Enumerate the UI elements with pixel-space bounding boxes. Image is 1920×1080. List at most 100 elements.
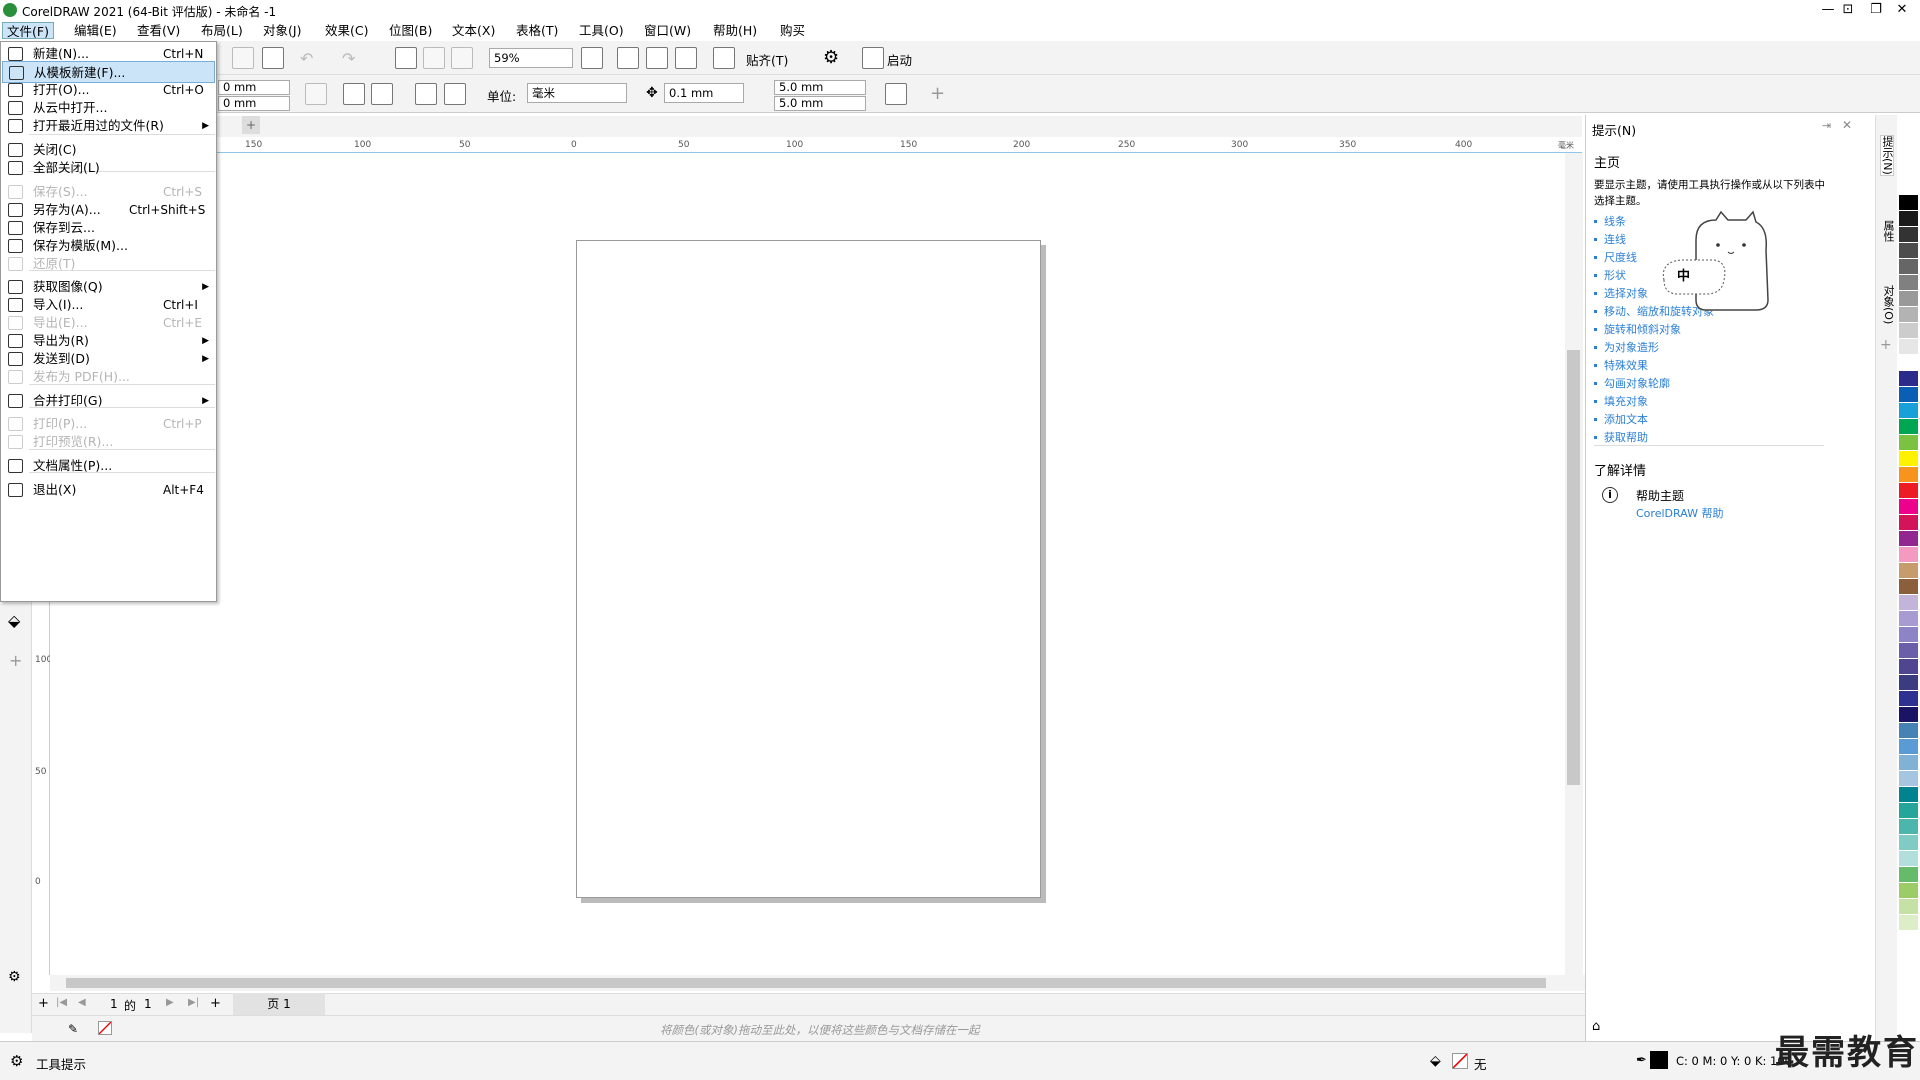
- docker-pin-icon[interactable]: ⇥: [1822, 119, 1831, 132]
- color-swatch[interactable]: [1899, 739, 1918, 755]
- undo-icon[interactable]: ↶: [300, 49, 313, 68]
- zoom-level-field[interactable]: 59%: [489, 48, 573, 68]
- hint-link-dimensions[interactable]: 尺度线: [1604, 249, 1637, 265]
- coreldraw-help-link[interactable]: CorelDRAW 帮助: [1636, 505, 1723, 521]
- color-swatch[interactable]: [1899, 451, 1918, 467]
- add-docker-tab-icon[interactable]: +: [1880, 337, 1892, 353]
- color-swatch[interactable]: [1899, 435, 1918, 451]
- current-page-icon[interactable]: [444, 83, 466, 105]
- color-swatch[interactable]: [1899, 563, 1918, 579]
- hint-link-shaping[interactable]: 为对象造形: [1604, 339, 1659, 355]
- menu-layout[interactable]: 布局(L): [197, 22, 247, 39]
- color-swatch[interactable]: [1899, 275, 1918, 291]
- hint-link-effects[interactable]: 特殊效果: [1604, 357, 1648, 373]
- close-button[interactable]: ✕: [1882, 0, 1920, 20]
- color-swatch[interactable]: [1899, 883, 1918, 899]
- file-menu-item[interactable]: 退出(X) Alt+F4: [2, 479, 215, 501]
- color-swatch[interactable]: [1899, 211, 1918, 227]
- menu-window[interactable]: 窗口(W): [640, 22, 695, 39]
- color-swatch[interactable]: [1899, 787, 1918, 803]
- nudge-distance-field[interactable]: 0.1 mm: [664, 83, 744, 103]
- treat-as-filled-icon[interactable]: [885, 83, 907, 105]
- customize-toolbox-icon[interactable]: +: [9, 651, 22, 670]
- docker-home-icon[interactable]: ⌂: [1592, 1019, 1600, 1034]
- show-rulers-icon[interactable]: [617, 47, 639, 69]
- color-swatch[interactable]: [1899, 355, 1918, 371]
- color-swatch[interactable]: [1899, 419, 1918, 435]
- color-swatch[interactable]: [1899, 899, 1918, 915]
- minimize-button[interactable]: —: [1808, 0, 1848, 20]
- launch-icon[interactable]: [862, 47, 884, 69]
- clip-icon[interactable]: [305, 83, 327, 105]
- duplicate-y-field[interactable]: 5.0 mm: [774, 96, 866, 111]
- menu-view[interactable]: 查看(V): [133, 22, 184, 39]
- eyedropper-icon[interactable]: ✎: [68, 1022, 78, 1036]
- color-swatch[interactable]: [1899, 723, 1918, 739]
- file-menu-item[interactable]: 合并打印(G) ▶: [2, 390, 215, 412]
- tab-objects[interactable]: 对象(O): [1880, 285, 1895, 324]
- tab-hints[interactable]: 提示(N): [1880, 135, 1894, 176]
- file-menu-item[interactable]: 文档属性(P)...: [2, 455, 215, 477]
- color-swatch[interactable]: [1899, 579, 1918, 595]
- add-page-after-icon[interactable]: +: [210, 996, 221, 1011]
- tab-properties[interactable]: 属性: [1880, 220, 1895, 242]
- color-swatch[interactable]: [1899, 915, 1918, 931]
- menu-file[interactable]: 文件(F): [2, 22, 54, 39]
- horizontal-scroll-thumb[interactable]: [66, 978, 1546, 988]
- interactive-fill-icon[interactable]: ⬙: [8, 611, 20, 630]
- color-swatch[interactable]: [1899, 595, 1918, 611]
- menu-buy[interactable]: 购买: [776, 22, 809, 39]
- width-field[interactable]: 0 mm: [218, 80, 290, 95]
- add-page-before-icon[interactable]: +: [38, 996, 49, 1011]
- outline-color-swatch[interactable]: [1650, 1051, 1668, 1069]
- color-swatch[interactable]: [1899, 195, 1918, 211]
- color-swatch[interactable]: [1899, 259, 1918, 275]
- next-page-icon[interactable]: ▶: [166, 997, 174, 1008]
- color-swatch[interactable]: [1899, 531, 1918, 547]
- menu-object[interactable]: 对象(J): [259, 22, 305, 39]
- color-swatch[interactable]: [1899, 851, 1918, 867]
- snap-to-dropdown[interactable]: 贴齐(T): [746, 50, 788, 69]
- new-document-tab-icon[interactable]: +: [242, 116, 260, 134]
- height-field[interactable]: 0 mm: [218, 96, 290, 111]
- color-swatch[interactable]: [1899, 387, 1918, 403]
- menu-tools[interactable]: 工具(O): [575, 22, 628, 39]
- color-swatch[interactable]: [1899, 659, 1918, 675]
- color-swatch[interactable]: [1899, 627, 1918, 643]
- horizontal-ruler[interactable]: 150 100 50 0 50 100 150 200 250 300 350 …: [210, 137, 1582, 153]
- color-swatch[interactable]: [1899, 307, 1918, 323]
- color-swatch[interactable]: [1899, 515, 1918, 531]
- color-swatch[interactable]: [1899, 675, 1918, 691]
- landscape-icon[interactable]: [371, 83, 393, 105]
- color-swatch[interactable]: [1899, 371, 1918, 387]
- vertical-scroll-thumb[interactable]: [1567, 350, 1580, 785]
- redo-icon[interactable]: ↷: [342, 49, 355, 68]
- duplicate-x-field[interactable]: 5.0 mm: [774, 80, 866, 95]
- export-icon[interactable]: [423, 47, 445, 69]
- color-swatch[interactable]: [1899, 403, 1918, 419]
- fill-none-swatch[interactable]: [1452, 1053, 1468, 1069]
- publish-pdf-icon[interactable]: [451, 47, 473, 69]
- hint-link-lines[interactable]: 线条: [1604, 213, 1626, 229]
- color-swatch[interactable]: [1899, 323, 1918, 339]
- color-swatch[interactable]: [1899, 339, 1918, 355]
- color-swatch[interactable]: [1899, 643, 1918, 659]
- color-swatch[interactable]: [1899, 547, 1918, 563]
- color-swatch[interactable]: [1899, 691, 1918, 707]
- color-swatch[interactable]: [1899, 499, 1918, 515]
- menu-text[interactable]: 文本(X): [448, 22, 499, 39]
- menu-bitmaps[interactable]: 位图(B): [385, 22, 436, 39]
- document-page[interactable]: [576, 240, 1041, 898]
- color-swatch[interactable]: [1899, 835, 1918, 851]
- color-swatch[interactable]: [1899, 803, 1918, 819]
- color-swatch[interactable]: [1899, 867, 1918, 883]
- hint-link-shapes[interactable]: 形状: [1604, 267, 1626, 283]
- paste-icon[interactable]: [262, 47, 284, 69]
- page-tab[interactable]: 页 1: [233, 993, 325, 1015]
- units-dropdown[interactable]: 毫米: [527, 83, 627, 103]
- hint-link-add-text[interactable]: 添加文本: [1604, 411, 1648, 427]
- tool-hint-icon[interactable]: ⚙: [8, 969, 21, 985]
- hint-link-fill[interactable]: 填充对象: [1604, 393, 1648, 409]
- docker-close-icon[interactable]: ✕: [1842, 118, 1852, 132]
- color-swatch[interactable]: [1899, 755, 1918, 771]
